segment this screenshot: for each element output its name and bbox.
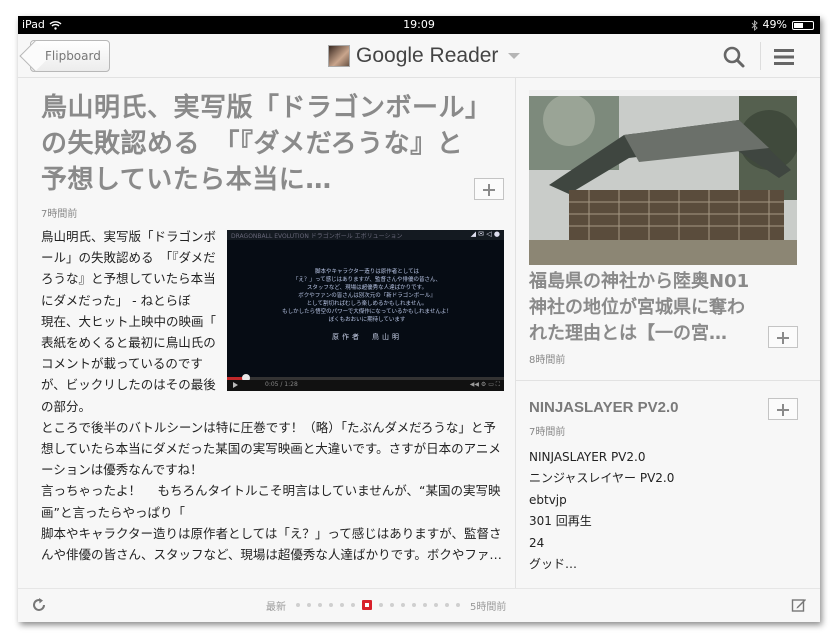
plus-icon[interactable] xyxy=(474,178,504,200)
video-caption-line: ぼくもおおいに期待しています xyxy=(328,317,406,323)
side-article-line: ニンジャスレイヤー PV2.0 xyxy=(529,471,675,486)
video-caption-line: ボクやファンの皆さんは別次元の『新ドラゴンボール』 xyxy=(298,293,436,299)
plus-icon[interactable] xyxy=(768,398,798,420)
bluetooth-icon xyxy=(751,19,758,31)
video-time: 0:05 / 1:28 xyxy=(265,381,298,388)
side-article-title[interactable]: 福島県の神社から陸奥N01神社の地位が宮城県に奪われた理由とは【一の宮… xyxy=(529,269,761,347)
pager-dot[interactable] xyxy=(423,603,427,607)
chevron-down-icon xyxy=(508,53,521,59)
battery-percent: 49% xyxy=(762,18,787,31)
shrine-photo[interactable] xyxy=(529,90,797,265)
back-button[interactable]: Flipboard xyxy=(30,40,110,72)
pager-dot[interactable] xyxy=(318,603,322,607)
back-button-label: Flipboard xyxy=(45,49,101,63)
video-caption-line: 脚本やキャラクター造りは原作者としては xyxy=(314,269,419,275)
refresh-icon[interactable] xyxy=(30,596,48,614)
play-icon[interactable] xyxy=(233,382,238,388)
video-player[interactable]: DRAGONBALL EVOLUTION ドラゴンボール エボリューション ◢ … xyxy=(227,230,504,391)
status-right: 49% xyxy=(751,16,814,34)
pager-dot[interactable] xyxy=(434,603,438,607)
search-icon[interactable] xyxy=(720,43,748,71)
side-article-time: 8時間前 xyxy=(529,355,566,366)
side-article-line: NINJASLAYER PV2.0 xyxy=(529,450,646,464)
article-paragraph: 脚本やキャラクター造りは原作者としては「え？」って感じはありますが、監督さんや俳… xyxy=(41,525,502,563)
source-title-text: Google Reader xyxy=(356,44,499,67)
side-article-body: NINJASLAYER PV2.0 ニンジャスレイヤー PV2.0 ebtvjp… xyxy=(529,447,674,575)
video-share-icon[interactable]: ◢ ✉ ◁ ● xyxy=(471,230,500,238)
video-title: DRAGONBALL EVOLUTION ドラゴンボール エボリューション xyxy=(231,233,403,240)
pager-dot[interactable] xyxy=(390,603,394,607)
side-article-line: グッド… xyxy=(529,557,578,572)
pager-dot[interactable] xyxy=(307,603,311,607)
battery-fill xyxy=(794,22,803,28)
video-settings-icon[interactable]: ◀◀ ⚙ ▭ ⛶ xyxy=(470,381,500,389)
pager-dot[interactable] xyxy=(456,603,460,607)
pager-dots[interactable] xyxy=(296,600,460,610)
pager-dot[interactable] xyxy=(445,603,449,607)
video-caption: 脚本やキャラクター造りは原作者としては 「え？」って感じはありますが、監督さんや… xyxy=(257,268,477,324)
pager-dot[interactable] xyxy=(379,603,383,607)
pager-dot[interactable] xyxy=(329,603,333,607)
side-article-title[interactable]: NINJASLAYER PV2.0 xyxy=(529,399,679,416)
menu-icon[interactable] xyxy=(770,43,798,71)
source-title[interactable]: Google Reader xyxy=(328,42,521,70)
video-caption-line: スタッフなど、現場は超優秀な人達ばかりです。 xyxy=(306,285,428,291)
side-article-line: 301 回再生 xyxy=(529,514,592,529)
status-time: 19:09 xyxy=(403,18,435,31)
shrine-illustration xyxy=(529,90,797,265)
side-article-line: ebtvjp xyxy=(529,492,567,507)
compose-icon[interactable] xyxy=(791,597,807,613)
status-bar: iPad 19:09 49% xyxy=(18,16,820,34)
pager-dot[interactable] xyxy=(296,603,300,607)
nav-divider xyxy=(760,42,761,70)
avatar xyxy=(328,45,350,67)
side-articles: 福島県の神社から陸奥N01神社の地位が宮城県に奪われた理由とは【一の宮… 8時間… xyxy=(516,78,820,588)
article-paragraph: ところで後半のバトルシーンは特に圧巻です！（略）「たぶんダメだろうな」と予想して… xyxy=(41,419,501,478)
video-controls: 0:05 / 1:28 ◀◀ ⚙ ▭ ⛶ xyxy=(227,380,504,391)
pager-dot-active[interactable] xyxy=(362,600,372,610)
side-article-time: 7時間前 xyxy=(529,427,566,438)
pager-oldest-label[interactable]: 5時間前 xyxy=(470,598,506,613)
main-article[interactable]: 鳥山明氏、実写版「ドラゴンボール」の失敗認める 「『ダメだろうな』と予想していた… xyxy=(18,78,515,584)
plus-icon[interactable] xyxy=(768,326,798,348)
page-indicator[interactable]: 最新 5時間前 xyxy=(266,598,506,613)
footer-bar: 最新 5時間前 xyxy=(18,588,820,622)
pager-dot[interactable] xyxy=(412,603,416,607)
video-credit: 原作者 鳥山明 xyxy=(332,333,402,341)
pager-newest-label[interactable]: 最新 xyxy=(266,598,286,613)
pager-dot[interactable] xyxy=(401,603,405,607)
video-caption-line: として割切ればむしろ楽しめるかもしれません。 xyxy=(306,301,428,307)
nav-bar: Flipboard Google Reader xyxy=(18,34,820,78)
video-caption-line: 「え？」って感じはありますが、監督さんや俳優の皆さん、 xyxy=(292,277,442,283)
article-time: 7時間前 xyxy=(41,209,78,220)
side-divider xyxy=(516,380,820,381)
battery-icon xyxy=(792,20,814,30)
video-top-bar: DRAGONBALL EVOLUTION ドラゴンボール エボリューション ◢ … xyxy=(227,230,504,240)
side-article-line: 24 xyxy=(529,535,545,550)
article-paragraph: 言っちゃったよ！ もちろんタイトルこそ明言はしていませんが、“某国の実写映画”と… xyxy=(41,483,501,520)
pager-dot[interactable] xyxy=(340,603,344,607)
article-title[interactable]: 鳥山明氏、実写版「ドラゴンボール」の失敗認める 「『ダメだろうな』と予想していた… xyxy=(41,90,481,198)
pager-dot[interactable] xyxy=(351,603,355,607)
ipad-screen: iPad 19:09 49% Flipboard Google Reader 鳥… xyxy=(18,16,820,622)
video-caption-line: もしかしたら悟空のパワーで大傑作になっているかもしれませんよ！ xyxy=(282,309,452,315)
